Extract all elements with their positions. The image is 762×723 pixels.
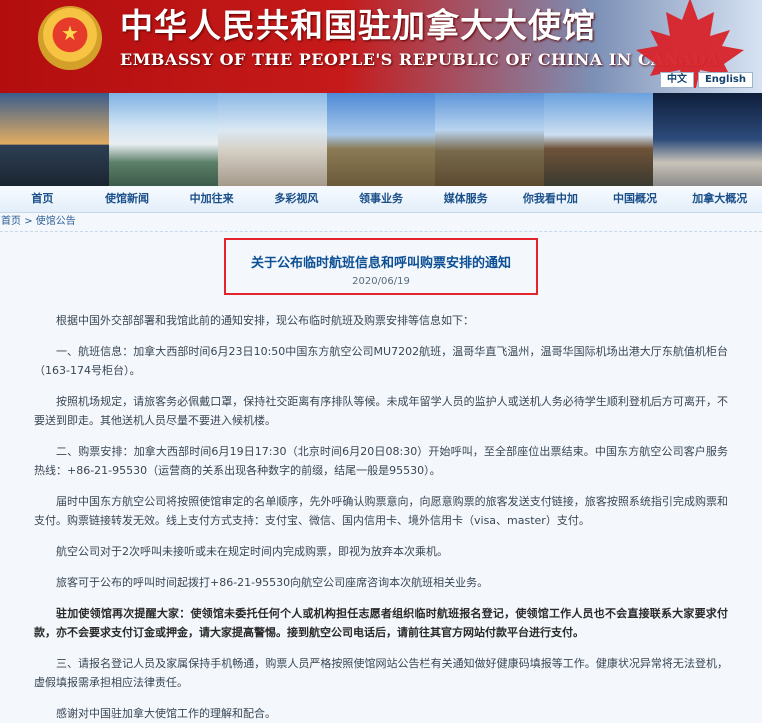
nav-item-consular[interactable]: 领事业务 xyxy=(339,186,424,212)
article-paragraph: 根据中国外交部部署和我馆此前的通知安排，现公布临时航班及购票安排等信息如下： xyxy=(56,314,474,327)
national-emblem-icon: ★ xyxy=(38,6,102,70)
lang-cn-button[interactable]: 中文 xyxy=(659,72,694,88)
article-title: 关于公布临时航班信息和呼叫购票安排的通知 xyxy=(250,256,511,271)
language-switcher: 中文 English xyxy=(659,72,753,88)
article-paragraph: 按照机场规定，请旅客务必佩戴口罩，保持社交距离有序排队等候。未成年留学人员的监护… xyxy=(34,395,728,427)
article-notice-bold: 驻加使领馆再次提醒大家：使领馆未委托任何个人或机构担任志愿者组织临时航班报名登记… xyxy=(34,607,728,639)
article-paragraph: 三、请报名登记人员及家属保持手机畅通，购票人员严格按照使馆网站公告栏有关通知做好… xyxy=(34,657,728,689)
nav-item-media[interactable]: 媒体服务 xyxy=(423,186,508,212)
lang-en-button[interactable]: English xyxy=(697,72,753,88)
breadcrumb-section[interactable]: 使馆公告 xyxy=(36,216,76,227)
article-paragraph: 二、购票安排：加拿大西部时间6月19日17:30（北京时间6月20日08:30）… xyxy=(34,445,728,477)
nav-item-china-overview[interactable]: 中国概况 xyxy=(593,186,678,212)
nav-item-embassy-news[interactable]: 使馆新闻 xyxy=(85,186,170,212)
main-nav: 首页 使馆新闻 中加往来 多彩视风 领事业务 媒体服务 你我看中加 中国概况 加… xyxy=(0,186,762,213)
star-icon: ★ xyxy=(61,21,79,45)
header-banner: ★ 中华人民共和国驻加拿大大使馆 EMBASSY OF THE PEOPLE'S… xyxy=(0,0,762,93)
photo-totem-pole xyxy=(544,93,654,186)
article-paragraph: 届时中国东方航空公司将按照使馆审定的名单顺序，先外呼确认购票意向，向愿意购票的旅… xyxy=(34,495,728,527)
photo-city-skyline xyxy=(0,93,109,186)
photo-strip xyxy=(0,93,762,186)
nav-item-canada-overview[interactable]: 加拿大概况 xyxy=(677,186,762,212)
article-paragraph: 航空公司对于2次呼叫未接听或未在规定时间内完成购票，即视为放弃本次乘机。 xyxy=(56,545,448,558)
nav-item-china-canada[interactable]: 中加往来 xyxy=(169,186,254,212)
article-date: 2020/06/19 xyxy=(352,276,410,287)
photo-national-theatre xyxy=(653,93,762,186)
article: 关于公布临时航班信息和呼叫购票安排的通知 2020/06/19 根据中国外交部部… xyxy=(0,238,762,723)
article-notice: 驻加使领馆再次提醒大家：使领馆未委托任何个人或机构担任志愿者组织临时航班报名登记… xyxy=(34,604,728,642)
breadcrumb-separator: > xyxy=(24,216,33,227)
nav-item-home[interactable]: 首页 xyxy=(0,186,85,212)
photo-great-wall xyxy=(326,93,436,186)
photo-birds-nest-stadium xyxy=(217,93,327,186)
breadcrumb-home[interactable]: 首页 xyxy=(1,216,21,227)
article-paragraph: 感谢对中国驻加拿大使馆工作的理解和配合。 xyxy=(56,707,276,720)
article-header-highlight: 关于公布临时航班信息和呼叫购票安排的通知 2020/06/19 xyxy=(224,238,538,295)
nav-item-you-and-me[interactable]: 你我看中加 xyxy=(508,186,593,212)
article-paragraph: 旅客可于公布的呼叫时间起拨打+86-21-95530向航空公司座席咨询本次航班相… xyxy=(56,576,489,589)
photo-niagara-falls xyxy=(108,93,218,186)
photo-mountain-landscape xyxy=(435,93,545,186)
nav-item-colorful-view[interactable]: 多彩视风 xyxy=(254,186,339,212)
breadcrumb: 首页 > 使馆公告 xyxy=(0,213,762,232)
site-title-cn: 中华人民共和国驻加拿大大使馆 xyxy=(120,6,596,45)
article-paragraph: 一、航班信息：加拿大西部时间6月23日10:50中国东方航空公司MU7202航班… xyxy=(34,345,728,377)
